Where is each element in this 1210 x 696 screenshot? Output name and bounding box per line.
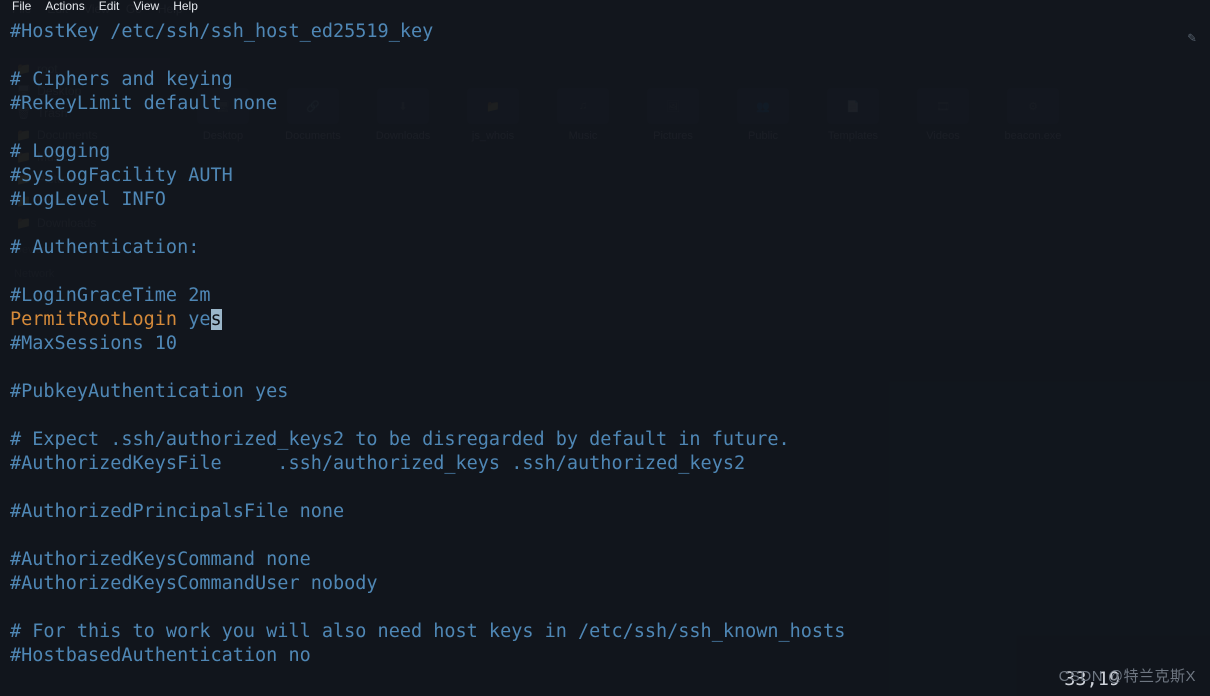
terminal-menubar[interactable]: File Actions Edit View Help [0, 0, 1210, 16]
code-line: #AuthorizedPrincipalsFile none [10, 501, 344, 522]
code-line: # Logging [10, 141, 110, 162]
text-cursor: s [211, 309, 222, 330]
term-menu-help[interactable]: Help [173, 0, 198, 16]
code-line: # Ciphers and keying [10, 69, 233, 90]
terminal-window[interactable]: File Actions Edit View Help ✎ #HostKey /… [0, 0, 1210, 696]
code-line: #HostKey /etc/ssh/ssh_host_ed25519_key [10, 21, 433, 42]
term-menu-view[interactable]: View [133, 0, 159, 16]
code-line: #RekeyLimit default none [10, 93, 277, 114]
code-line: #LogLevel INFO [10, 189, 166, 210]
config-value: ye [188, 309, 210, 330]
term-menu-file[interactable]: File [12, 0, 31, 16]
code-line: #SyslogFacility AUTH [10, 165, 233, 186]
code-line: # For this to work you will also need ho… [10, 621, 845, 642]
code-line: #LoginGraceTime 2m [10, 285, 210, 306]
code-line: #PubkeyAuthentication yes [10, 381, 288, 402]
code-line: #AuthorizedKeysFile .ssh/authorized_keys… [10, 453, 745, 474]
editor-buffer[interactable]: #HostKey /etc/ssh/ssh_host_ed25519_key #… [10, 20, 1200, 682]
desktop-root: File Edit View Go Help 📁root 🖥Desktop 🗑T… [0, 0, 1210, 696]
term-menu-actions[interactable]: Actions [45, 0, 84, 16]
code-line: #AuthorizedKeysCommand none [10, 549, 311, 570]
watermark: CSDN @特兰克斯X [1059, 665, 1196, 686]
config-key: PermitRootLogin [10, 309, 177, 330]
code-line: # Authentication: [10, 237, 199, 258]
code-line: #MaxSessions 10 [10, 333, 177, 354]
space [177, 309, 188, 330]
code-line: #AuthorizedKeysCommandUser nobody [10, 573, 378, 594]
term-menu-edit[interactable]: Edit [99, 0, 120, 16]
code-line: #HostbasedAuthentication no [10, 645, 311, 666]
code-line: # Expect .ssh/authorized_keys2 to be dis… [10, 429, 790, 450]
code-line-active: PermitRootLogin yes [10, 309, 222, 330]
